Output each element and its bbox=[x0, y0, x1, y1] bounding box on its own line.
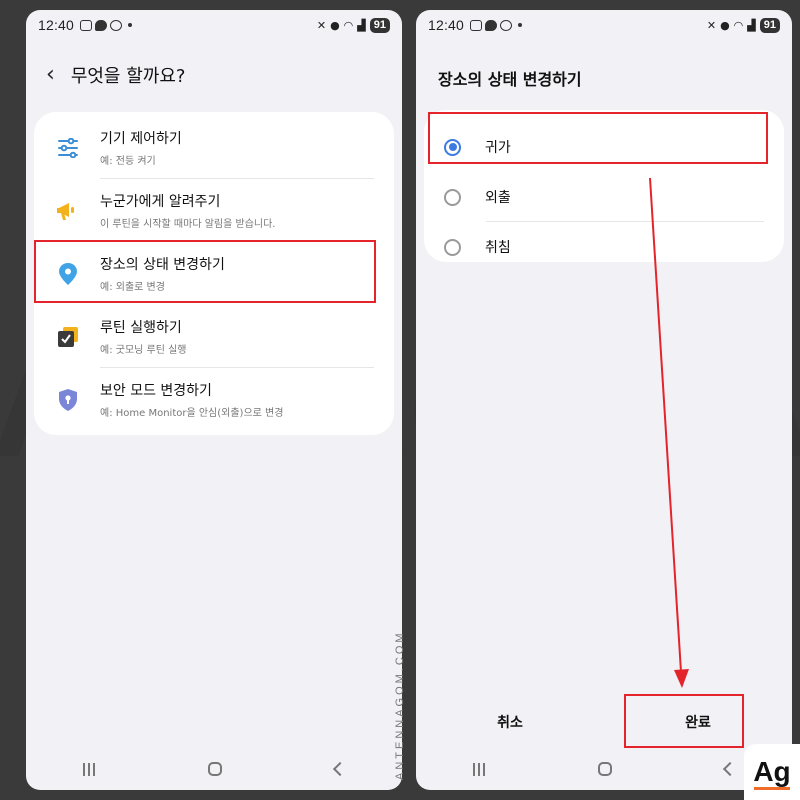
more-dot-icon bbox=[518, 23, 523, 27]
item-label: 루틴 실행하기 bbox=[100, 320, 182, 336]
phone-right: 12:40 ✕ ● ◠ ▟ 91 장소의 상태 변경하기 귀가 외출 취침 취소… bbox=[416, 10, 792, 790]
location-icon: ● bbox=[720, 18, 730, 32]
item-label: 기기 제어하기 bbox=[100, 131, 182, 147]
dialog-title: 장소의 상태 변경하기 bbox=[438, 70, 582, 89]
option-label: 외출 bbox=[485, 190, 511, 206]
checkbox-icon bbox=[54, 323, 82, 351]
battery-badge: 91 bbox=[759, 17, 780, 33]
screenshot-icon bbox=[80, 19, 93, 31]
back-icon[interactable] bbox=[723, 761, 738, 777]
list-item-notify-someone[interactable]: 누군가에게 알려주기 이 루틴을 시작할 때마다 알림을 받습니다. bbox=[34, 179, 394, 242]
back-arrow-icon[interactable]: ‹ bbox=[46, 64, 55, 86]
watermark-site-text: ANTENNAGOM.COM bbox=[394, 630, 406, 780]
sliders-icon bbox=[54, 134, 82, 162]
status-time: 12:40 bbox=[428, 17, 465, 33]
chat-icon bbox=[95, 19, 108, 31]
megaphone-icon bbox=[54, 197, 82, 225]
radio-button[interactable] bbox=[444, 238, 461, 256]
home-icon[interactable] bbox=[597, 762, 612, 776]
status-time: 12:40 bbox=[38, 17, 75, 33]
antennagom-logo: Ag bbox=[744, 744, 800, 800]
nav-bar bbox=[416, 748, 792, 790]
recent-apps-icon[interactable] bbox=[472, 762, 485, 776]
list-item-device-control[interactable]: 기기 제어하기 예: 전등 켜기 bbox=[34, 116, 394, 179]
list-item-run-routine[interactable]: 루틴 실행하기 예: 굿모닝 루틴 실행 bbox=[34, 305, 394, 368]
mute-icon: ✕ bbox=[316, 18, 327, 32]
item-desc: 예: Home Monitor을 안심(외출)으로 변경 bbox=[100, 408, 284, 419]
phone-left: 12:40 ✕ ● ◠ ▟ 91 ‹ 무엇을 할까요? 기기 제어하기 예: 전… bbox=[26, 10, 402, 790]
chat-icon bbox=[485, 19, 498, 31]
wifi-icon: ◠ bbox=[343, 18, 354, 32]
app-icon bbox=[500, 19, 513, 31]
item-label: 보안 모드 변경하기 bbox=[100, 383, 212, 399]
highlight-box bbox=[34, 240, 376, 303]
cancel-button[interactable]: 취소 bbox=[416, 700, 604, 744]
item-desc: 예: 전등 켜기 bbox=[100, 156, 156, 167]
radio-button[interactable] bbox=[444, 188, 461, 206]
recent-apps-icon[interactable] bbox=[82, 762, 95, 776]
wifi-icon: ◠ bbox=[733, 18, 744, 32]
app-icon bbox=[110, 19, 123, 31]
header: ‹ 무엇을 할까요? bbox=[46, 62, 185, 88]
page-title: 무엇을 할까요? bbox=[70, 66, 186, 87]
shield-lock-icon bbox=[54, 386, 82, 414]
battery-badge: 91 bbox=[369, 17, 390, 33]
more-dot-icon bbox=[128, 23, 133, 27]
option-away[interactable]: 외출 bbox=[424, 172, 784, 222]
option-label: 취침 bbox=[485, 240, 511, 256]
back-icon[interactable] bbox=[333, 761, 348, 777]
nav-bar bbox=[26, 748, 402, 790]
highlight-box bbox=[624, 694, 744, 748]
item-desc: 예: 굿모닝 루틴 실행 bbox=[100, 345, 187, 356]
signal-icon: ▟ bbox=[357, 18, 366, 32]
list-item-change-security-mode[interactable]: 보안 모드 변경하기 예: Home Monitor을 안심(외출)으로 변경 bbox=[34, 368, 394, 431]
item-desc: 이 루틴을 시작할 때마다 알림을 받습니다. bbox=[100, 219, 276, 230]
signal-icon: ▟ bbox=[747, 18, 756, 32]
item-label: 누군가에게 알려주기 bbox=[100, 194, 221, 210]
status-bar: 12:40 ✕ ● ◠ ▟ 91 bbox=[416, 10, 792, 40]
mute-icon: ✕ bbox=[706, 18, 717, 32]
highlight-box bbox=[428, 112, 768, 164]
option-sleep[interactable]: 취침 bbox=[424, 222, 784, 272]
location-icon: ● bbox=[330, 18, 340, 32]
screenshot-icon bbox=[470, 19, 483, 31]
home-icon[interactable] bbox=[207, 762, 222, 776]
status-bar: 12:40 ✕ ● ◠ ▟ 91 bbox=[26, 10, 402, 40]
